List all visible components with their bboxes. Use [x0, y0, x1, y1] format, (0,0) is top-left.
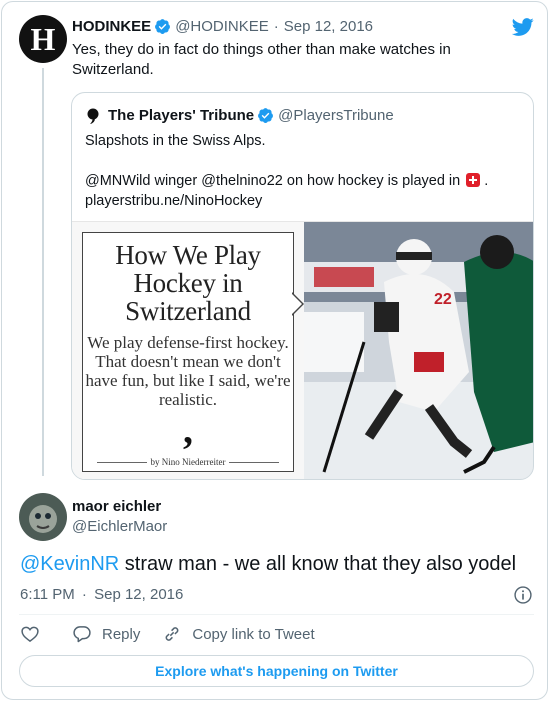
copy-link-label: Copy link to Tweet	[192, 625, 315, 643]
quoted-line-1: Slapshots in the Swiss Alps.	[85, 133, 266, 149]
quoted-tweet-text: Slapshots in the Swiss Alps. @MNWild win…	[85, 131, 515, 211]
reply-body: straw man - we all know that they also y…	[119, 553, 517, 575]
separator: ·	[273, 18, 279, 35]
article-byline: by Nino Niederreiter	[83, 457, 293, 467]
svg-text:22: 22	[434, 291, 452, 308]
verified-icon	[258, 108, 274, 123]
author-handle[interactable]: @HODINKEE	[175, 18, 269, 35]
players-tribune-logo-icon	[87, 108, 99, 124]
quoted-tweet[interactable]: The Players' Tribune @PlayersTribune Sla…	[71, 92, 534, 480]
quoted-author-name: The Players' Tribune	[108, 107, 255, 124]
verified-icon	[155, 19, 171, 34]
twitter-bird-icon[interactable]	[512, 16, 534, 38]
reply-author-name[interactable]: maor eichler	[72, 498, 161, 515]
parent-tweet-header: HODINKEE @HODINKEE · Sep 12, 2016	[72, 18, 373, 35]
parent-tweet-text: Yes, they do in fact do things other tha…	[72, 41, 451, 78]
swiss-flag-icon	[466, 173, 481, 187]
quoted-media[interactable]: How We Play Hockey in Switzerland We pla…	[72, 221, 533, 479]
reply-time: 6:11 PM	[20, 586, 75, 603]
reply-timestamp[interactable]: 6:11 PM · Sep 12, 2016	[20, 586, 183, 603]
mention-link[interactable]: @KevinNR	[20, 553, 119, 575]
reply-icon	[73, 626, 91, 643]
copy-link-button[interactable]: Copy link to Tweet	[162, 624, 315, 644]
reply-label: Reply	[102, 625, 141, 643]
maor-eichler-avatar[interactable]	[19, 493, 67, 541]
quoted-author-handle: @PlayersTribune	[278, 107, 394, 124]
panel-notch-inner	[292, 294, 302, 314]
quoted-tweet-header: The Players' Tribune @PlayersTribune	[86, 107, 394, 124]
reply-button[interactable]: Reply	[72, 624, 140, 644]
quoted-line-2-text: @MNWild winger @thelnino22 on how hockey…	[85, 173, 461, 189]
article-subtitle: We play defense-first hockey. That doesn…	[85, 333, 291, 409]
separator: ·	[81, 586, 87, 603]
article-panel: How We Play Hockey in Switzerland We pla…	[82, 232, 294, 472]
embedded-tweet-card: H HODINKEE @HODINKEE · Sep 12, 2016 Yes,…	[1, 1, 548, 700]
hodinkee-avatar[interactable]: H	[19, 15, 67, 63]
quoted-line-2-end: .	[484, 173, 489, 189]
comma-mark: ,	[183, 407, 193, 452]
link-icon	[165, 627, 179, 641]
thread-line	[42, 68, 44, 476]
info-icon[interactable]	[513, 585, 533, 605]
hockey-photo: 22	[304, 222, 533, 479]
reply-date: Sep 12, 2016	[94, 586, 184, 603]
divider	[19, 614, 534, 615]
tweet-actions: Reply Copy link to Tweet	[20, 624, 337, 644]
tweet-date[interactable]: Sep 12, 2016	[284, 18, 373, 35]
heart-icon	[21, 626, 39, 643]
reply-tweet-text: @KevinNR straw man - we all know that th…	[20, 552, 516, 576]
article-title: How We Play Hockey in Switzerland	[115, 240, 261, 326]
author-name[interactable]: HODINKEE	[72, 18, 151, 35]
reply-author-handle[interactable]: @EichlerMaor	[72, 518, 167, 535]
explore-twitter-button[interactable]: Explore what's happening on Twitter	[19, 655, 534, 687]
quoted-line-2: @MNWild winger @thelnino22 on how hockey…	[85, 171, 515, 211]
like-button[interactable]	[20, 624, 50, 644]
quoted-link[interactable]: playerstribu.ne/NinoHockey	[85, 193, 262, 209]
